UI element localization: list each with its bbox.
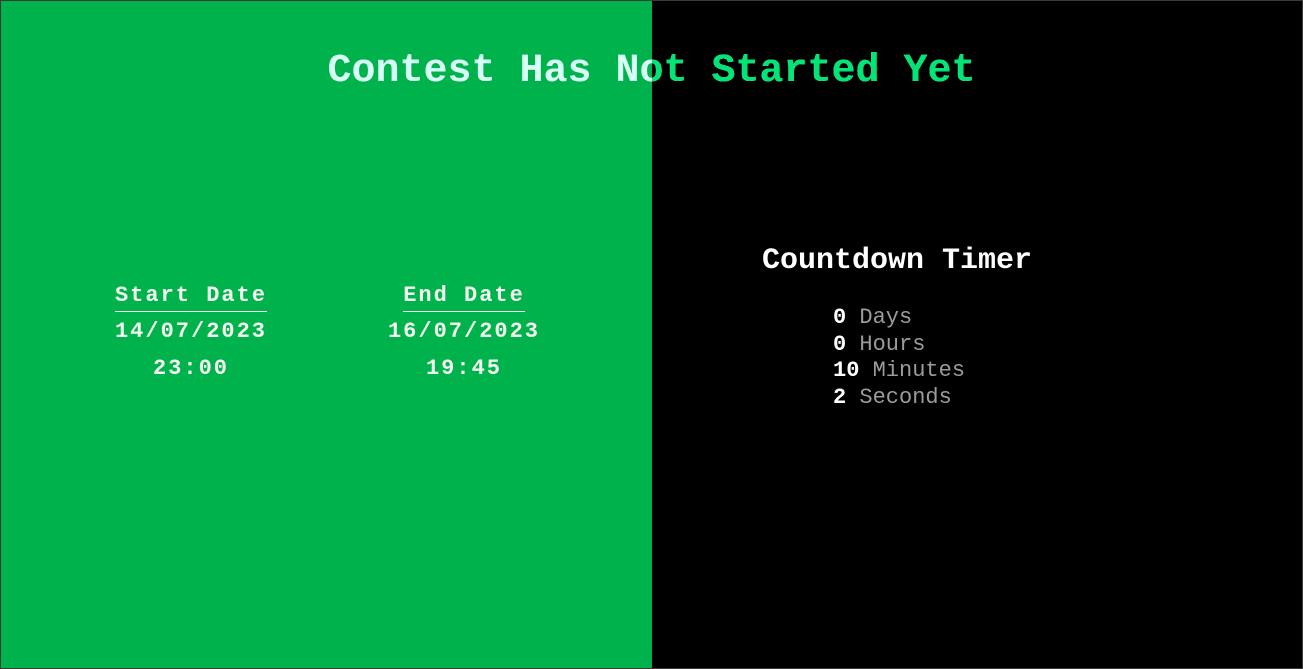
countdown-list: 0 Days 0 Hours 10 Minutes 2 Seconds — [833, 305, 965, 412]
start-date-value: 14/07/2023 — [114, 319, 268, 344]
start-time-value: 23:00 — [152, 356, 229, 381]
countdown-minutes-value: 10 — [833, 358, 860, 384]
contest-page: Start Date 14/07/2023 23:00 End Date 16/… — [0, 0, 1303, 669]
countdown-seconds: 2 Seconds — [833, 385, 965, 412]
end-date-block: End Date 16/07/2023 19:45 — [334, 283, 594, 382]
contest-dates-panel: Start Date 14/07/2023 23:00 End Date 16/… — [1, 1, 652, 668]
end-date-value: 16/07/2023 — [387, 319, 541, 344]
countdown-days: 0 Days — [833, 305, 965, 332]
countdown-days-unit: Days — [859, 305, 913, 330]
countdown-days-value: 0 — [833, 305, 847, 330]
start-date-label: Start Date — [114, 283, 268, 312]
countdown-minutes: 10 Minutes — [833, 358, 965, 385]
countdown-title: Countdown Timer — [762, 244, 1033, 278]
countdown-panel: Countdown Timer 0 Days 0 Hours 10 Minute… — [652, 1, 1302, 668]
end-time-value: 19:45 — [425, 356, 502, 381]
countdown-hours-unit: Hours — [859, 331, 926, 357]
countdown-hours: 0 Hours — [833, 332, 965, 359]
countdown-seconds-unit: Seconds — [859, 385, 952, 411]
countdown-seconds-value: 2 — [833, 385, 847, 411]
countdown-hours-value: 0 — [833, 331, 847, 357]
countdown-minutes-unit: Minutes — [872, 358, 966, 384]
start-date-block: Start Date 14/07/2023 23:00 — [61, 283, 321, 382]
end-date-label: End Date — [403, 283, 525, 312]
